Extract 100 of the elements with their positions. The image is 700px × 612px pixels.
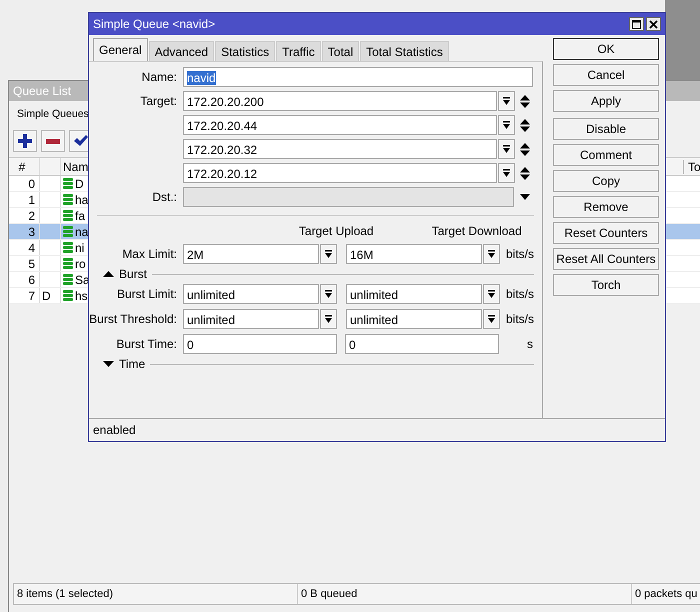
- window-title: Simple Queue <navid>: [93, 17, 216, 31]
- dropdown-button[interactable]: [320, 244, 337, 264]
- field-label: Dst.:: [151, 190, 177, 204]
- tab[interactable]: Advanced: [148, 41, 214, 61]
- input-field[interactable]: unlimited: [346, 309, 482, 329]
- dropdown-arrow-icon: [324, 250, 333, 258]
- column-header: Target Download: [430, 224, 523, 238]
- row-number: 5: [27, 256, 36, 272]
- field-label: Name:: [140, 70, 177, 84]
- queue-icon: [63, 258, 73, 270]
- dialog-button[interactable]: Copy: [553, 170, 659, 192]
- queue-icon: [63, 290, 73, 302]
- plus-icon: [18, 134, 32, 148]
- up-down-arrows-icon[interactable]: [520, 118, 530, 132]
- field-label: Target:: [139, 94, 177, 108]
- column-header[interactable]: To: [683, 160, 700, 174]
- input-field[interactable]: unlimited: [183, 309, 319, 329]
- row-number: 0: [27, 176, 36, 192]
- tab[interactable]: Total Statistics: [360, 41, 449, 61]
- unit-label: s: [527, 337, 533, 351]
- add-button[interactable]: [13, 130, 37, 152]
- field-label: Burst Time:: [115, 337, 177, 351]
- tab[interactable]: Statistics: [215, 41, 276, 61]
- dialog-button[interactable]: Torch: [553, 274, 659, 296]
- close-button[interactable]: [646, 17, 661, 31]
- unit-label: bits/s: [506, 312, 534, 326]
- column-header[interactable]: #: [9, 160, 39, 174]
- queue-icon: [63, 242, 73, 254]
- dropdown-arrow-icon: [487, 290, 496, 298]
- input-field[interactable]: 172.20.20.200: [183, 91, 497, 111]
- input-field[interactable]: 0: [183, 334, 337, 354]
- dropdown-button[interactable]: [483, 244, 500, 264]
- up-down-arrows-icon[interactable]: [520, 94, 530, 108]
- minus-icon: [46, 138, 60, 144]
- input-field[interactable]: unlimited: [183, 284, 319, 304]
- dropdown-arrow-icon: [324, 290, 333, 298]
- input-field[interactable]: 172.20.20.32: [183, 139, 497, 159]
- tab[interactable]: Traffic: [276, 41, 321, 61]
- input-field[interactable]: 172.20.20.44: [183, 115, 497, 135]
- row-number: 2: [27, 208, 36, 224]
- expand-arrow-icon[interactable]: [103, 361, 114, 367]
- input-field[interactable]: 0: [345, 334, 499, 354]
- row-number: 4: [27, 240, 36, 256]
- dialog-button[interactable]: Disable: [553, 118, 659, 140]
- section-header[interactable]: Burst: [119, 267, 148, 281]
- status-text: 0 B queued: [298, 584, 632, 604]
- flag-text: D: [42, 289, 51, 303]
- dropdown-arrow-icon: [502, 168, 511, 178]
- queue-icon: [63, 194, 73, 206]
- queue-name: na: [75, 224, 88, 240]
- status-text: enabled: [93, 423, 136, 437]
- restore-button[interactable]: [629, 17, 644, 31]
- unit-label: bits/s: [506, 287, 534, 301]
- row-number: 3: [27, 224, 36, 240]
- dropdown-button[interactable]: [498, 115, 515, 135]
- input-field[interactable]: unlimited: [346, 284, 482, 304]
- column-header: Target Upload: [298, 224, 375, 238]
- square-icon: [632, 20, 641, 28]
- dialog-button[interactable]: Remove: [553, 196, 659, 218]
- queue-icon: [63, 226, 73, 238]
- section-header[interactable]: Time: [119, 357, 146, 371]
- dialog-button[interactable]: Apply: [553, 90, 659, 112]
- dropdown-button[interactable]: [320, 284, 337, 304]
- input-field[interactable]: 172.20.20.12: [183, 163, 497, 183]
- status-text: 8 items (1 selected): [14, 584, 298, 604]
- collapse-arrow-icon[interactable]: [103, 271, 114, 277]
- dropdown-arrow-icon[interactable]: [520, 194, 530, 200]
- unit-label: bits/s: [506, 247, 534, 261]
- remove-button[interactable]: [41, 130, 65, 152]
- dialog-button[interactable]: Comment: [553, 144, 659, 166]
- up-down-arrows-icon[interactable]: [520, 166, 530, 180]
- dropdown-button[interactable]: [498, 91, 515, 111]
- dropdown-button[interactable]: [498, 139, 515, 159]
- input-field[interactable]: navid: [183, 67, 533, 87]
- row-number: 1: [27, 192, 36, 208]
- tab[interactable]: Simple Queues: [17, 108, 89, 120]
- dropdown-arrow-icon: [502, 120, 511, 130]
- field-value: navid: [187, 71, 216, 85]
- tab[interactable]: General: [93, 38, 148, 61]
- dropdown-button[interactable]: [483, 284, 500, 304]
- row-number: 7: [27, 288, 36, 304]
- dialog-button[interactable]: Reset Counters: [553, 222, 659, 244]
- dialog-button[interactable]: Reset All Counters: [553, 248, 659, 270]
- dropdown-arrow-icon: [502, 144, 511, 154]
- field-label: Burst Limit:: [116, 287, 177, 301]
- up-down-arrows-icon[interactable]: [520, 142, 530, 156]
- row-number: 6: [27, 272, 36, 288]
- dropdown-button[interactable]: [483, 309, 500, 329]
- dialog-button[interactable]: OK: [553, 38, 659, 60]
- input-field[interactable]: 2M: [183, 244, 319, 264]
- queue-name: D: [75, 176, 84, 192]
- dropdown-arrow-icon: [487, 314, 496, 324]
- window-title: Queue List: [13, 84, 72, 98]
- field-label: Burst Threshold:: [89, 312, 177, 326]
- tab[interactable]: Total: [322, 41, 360, 61]
- input-field[interactable]: 16M: [346, 244, 482, 264]
- close-icon: [649, 20, 658, 28]
- dropdown-button[interactable]: [498, 163, 515, 183]
- dropdown-button[interactable]: [320, 309, 337, 329]
- dialog-button[interactable]: Cancel: [553, 64, 659, 86]
